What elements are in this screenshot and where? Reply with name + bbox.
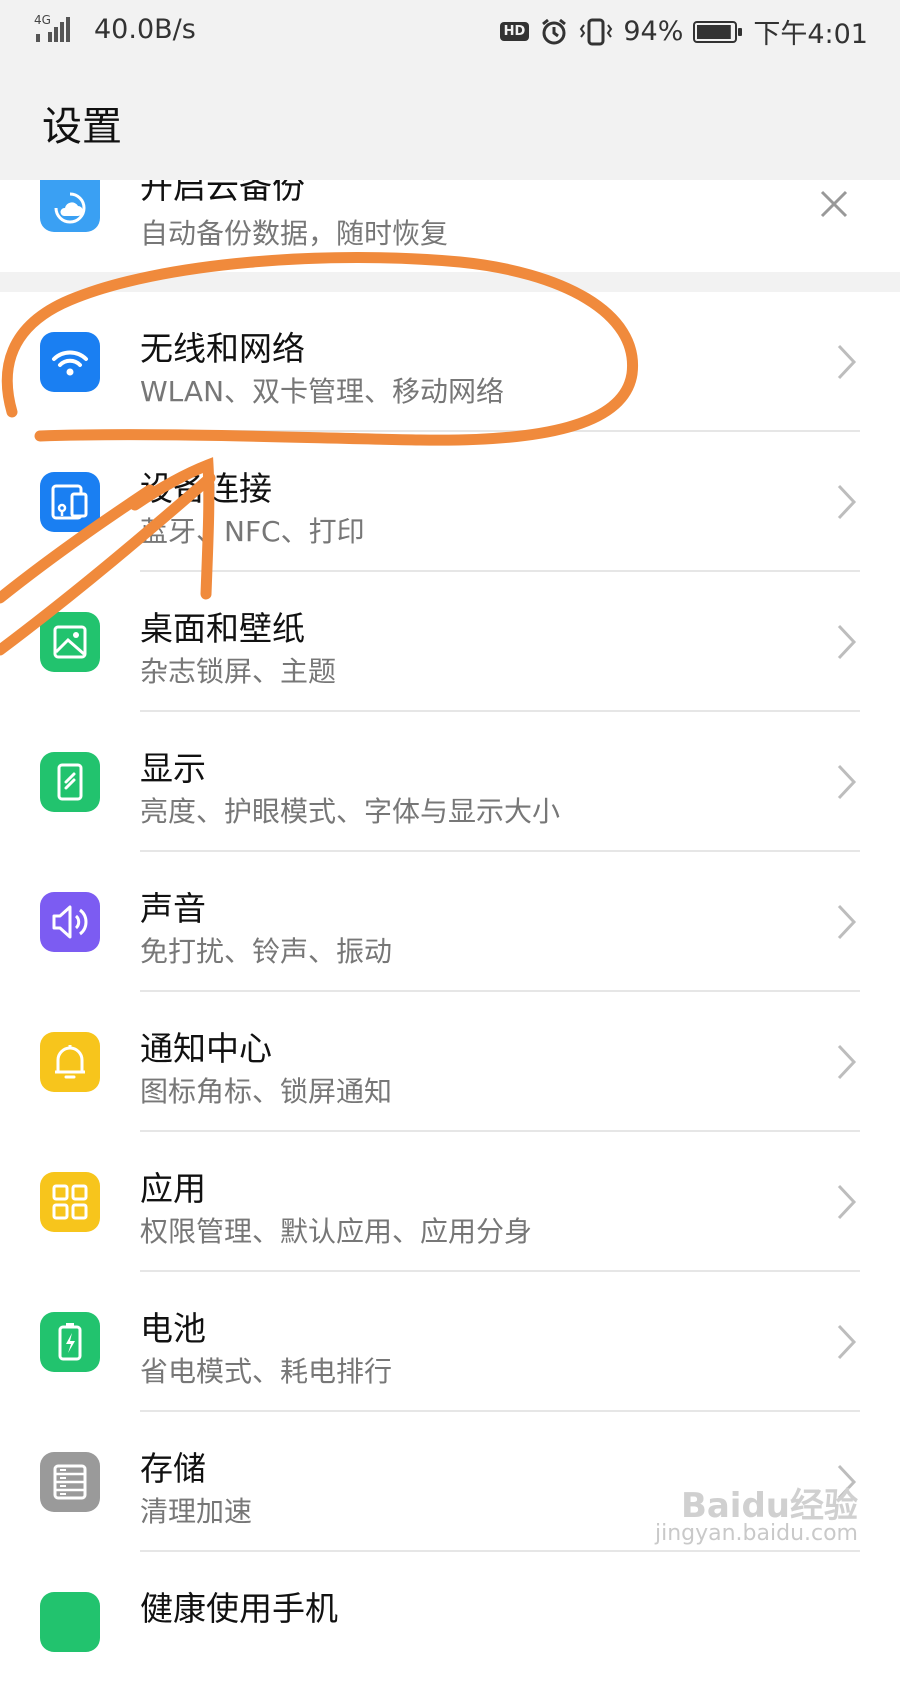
page-title: 设置 — [42, 104, 122, 150]
watermark: Baidu经验 jingyan.baidu.com — [654, 1486, 858, 1548]
item-subtitle: WLAN、双卡管理、移动网络 — [140, 375, 505, 408]
close-icon[interactable] — [812, 182, 856, 226]
settings-item-digital-balance[interactable]: 健康使用手机 — [0, 1552, 900, 1692]
item-title: 健康使用手机 — [140, 1589, 338, 1628]
chevron-right-icon — [837, 484, 857, 520]
bell-icon — [40, 1032, 100, 1092]
item-subtitle: 权限管理、默认应用、应用分身 — [140, 1215, 533, 1248]
vibrate-icon — [580, 18, 613, 45]
status-bar: 4G 40.0B/s HD 94% 下午4:01 — [0, 0, 900, 64]
settings-item-device-connection[interactable]: 设备连接 蓝牙、NFC、打印 — [0, 432, 900, 572]
item-subtitle: 亮度、护眼模式、字体与显示大小 — [140, 795, 561, 828]
settings-item-desktop-wallpaper[interactable]: 桌面和壁纸 杂志锁屏、主题 — [0, 572, 900, 712]
item-title: 显示 — [140, 749, 206, 788]
chevron-right-icon — [837, 624, 857, 660]
network-speed: 40.0B/s — [94, 13, 196, 45]
svg-text:4G: 4G — [34, 13, 51, 27]
battery-icon — [40, 1312, 100, 1372]
settings-item-apps[interactable]: 应用 权限管理、默认应用、应用分身 — [0, 1132, 900, 1272]
item-title: 电池 — [140, 1309, 206, 1348]
watermark-url: jingyan.baidu.com — [654, 1521, 858, 1546]
status-right: HD 94% 下午4:01 — [499, 12, 868, 51]
settings-item-display[interactable]: 显示 亮度、护眼模式、字体与显示大小 — [0, 712, 900, 852]
health-icon — [40, 1592, 100, 1652]
device-connect-icon — [40, 472, 100, 532]
chevron-right-icon — [837, 764, 857, 800]
battery-status-icon — [693, 20, 743, 43]
watermark-brand: Baidu经验 — [680, 1486, 858, 1526]
wifi-icon — [40, 332, 100, 392]
apps-icon — [40, 1172, 100, 1232]
item-title: 桌面和壁纸 — [140, 609, 305, 648]
item-subtitle: 免打扰、铃声、振动 — [140, 935, 393, 968]
item-title: 应用 — [140, 1169, 206, 1208]
item-subtitle: 清理加速 — [140, 1495, 253, 1528]
clock: 下午4:01 — [753, 19, 868, 50]
chevron-right-icon — [837, 1184, 857, 1220]
cloud-backup-card[interactable]: 开启云备份 自动备份数据，随时恢复 — [0, 180, 900, 272]
chevron-right-icon — [837, 344, 857, 380]
settings-item-battery[interactable]: 电池 省电模式、耗电排行 — [0, 1272, 900, 1412]
battery-percent: 94% — [623, 16, 684, 47]
item-subtitle: 省电模式、耗电排行 — [140, 1355, 393, 1388]
chevron-right-icon — [837, 1324, 857, 1360]
settings-item-wireless-network[interactable]: 无线和网络 WLAN、双卡管理、移动网络 — [0, 292, 900, 432]
item-subtitle: 杂志锁屏、主题 — [140, 655, 337, 688]
sound-icon — [40, 892, 100, 952]
hd-badge: HD — [499, 22, 530, 41]
item-subtitle: 图标角标、锁屏通知 — [140, 1075, 393, 1108]
section-gap — [0, 272, 900, 292]
cloud-backup-title: 开启云备份 — [140, 180, 305, 206]
item-title: 通知中心 — [140, 1029, 272, 1068]
cloud-backup-icon — [40, 180, 100, 232]
item-title: 存储 — [140, 1449, 206, 1488]
item-title: 无线和网络 — [140, 329, 305, 368]
storage-icon — [40, 1452, 100, 1512]
item-subtitle: 蓝牙、NFC、打印 — [140, 515, 365, 548]
item-title: 声音 — [140, 889, 206, 928]
display-icon — [40, 752, 100, 812]
signal-icon: 4G — [34, 13, 70, 42]
status-left: 4G 40.0B/s — [34, 12, 196, 46]
chevron-right-icon — [837, 904, 857, 940]
item-title: 设备连接 — [140, 469, 272, 508]
app-header: 设置 — [0, 64, 900, 180]
alarm-icon — [542, 18, 567, 44]
chevron-right-icon — [837, 1044, 857, 1080]
cloud-backup-subtitle: 自动备份数据，随时恢复 — [140, 217, 449, 250]
settings-item-sound[interactable]: 声音 免打扰、铃声、振动 — [0, 852, 900, 992]
settings-list: 无线和网络 WLAN、双卡管理、移动网络 设备连接 蓝牙、NFC、打印 桌面和壁… — [0, 292, 900, 1692]
settings-item-notification-center[interactable]: 通知中心 图标角标、锁屏通知 — [0, 992, 900, 1132]
wallpaper-icon — [40, 612, 100, 672]
